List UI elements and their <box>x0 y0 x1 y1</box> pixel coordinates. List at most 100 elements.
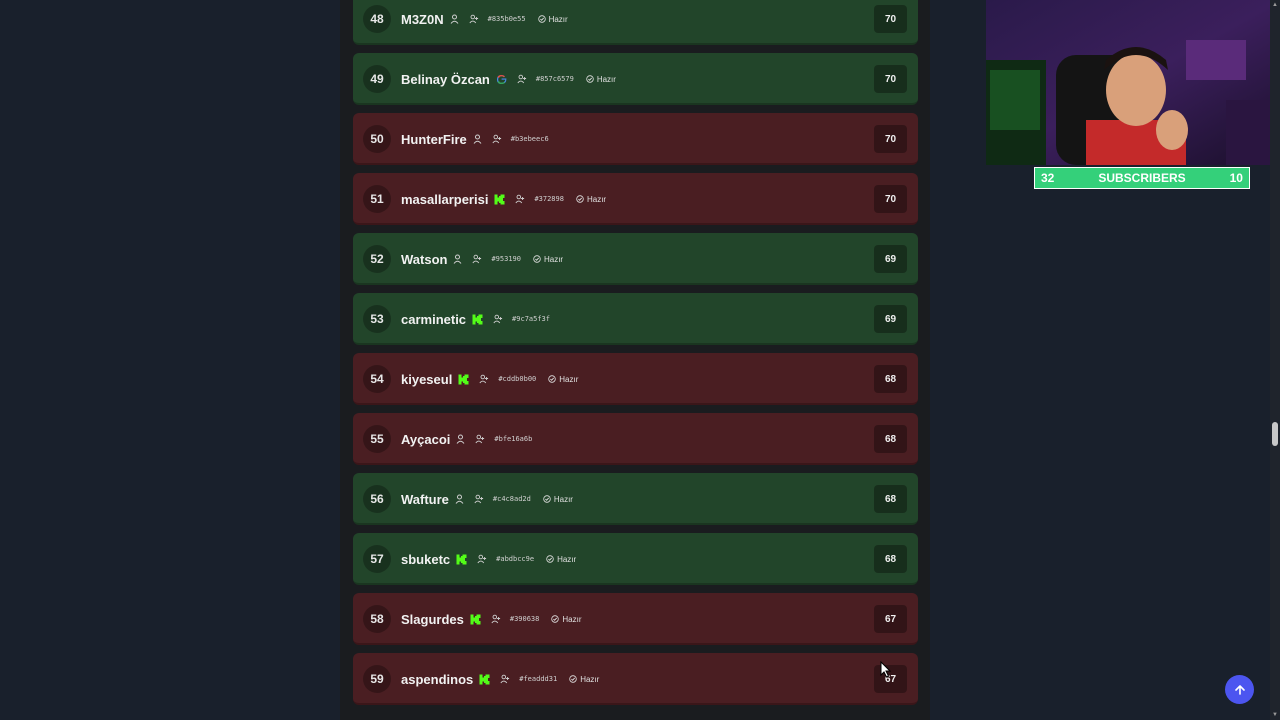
webcam-image <box>986 0 1280 165</box>
player-hash: #372898 <box>534 195 564 203</box>
player-hash: #feaddd31 <box>519 675 558 683</box>
score-badge: 69 <box>874 245 907 273</box>
scrollbar-thumb[interactable] <box>1272 422 1278 446</box>
score-badge: 68 <box>874 545 907 573</box>
add-friend-icon[interactable] <box>515 194 525 204</box>
add-friend-icon[interactable] <box>500 674 510 684</box>
person-icon <box>456 434 465 444</box>
leaderboard-row[interactable]: 57 sbuketc #abdbcc9e Hazır 68 <box>353 533 918 585</box>
add-friend-icon[interactable] <box>491 614 501 624</box>
player-name[interactable]: Belinay Özcan <box>401 72 490 87</box>
score-badge: 70 <box>874 5 907 33</box>
rank-number: 56 <box>363 485 391 513</box>
rank-number: 51 <box>363 185 391 213</box>
scroll-down-arrow-icon[interactable]: ▼ <box>1272 712 1278 718</box>
player-hash: #cddb0b00 <box>498 375 537 383</box>
person-icon <box>453 254 462 264</box>
player-name[interactable]: M3Z0N <box>401 12 444 27</box>
check-circle-icon <box>576 195 584 203</box>
leaderboard-row[interactable]: 58 Slagurdes #390638 Hazır 67 <box>353 593 918 645</box>
scroll-to-top-button[interactable] <box>1225 675 1254 704</box>
mouse-cursor-icon <box>880 661 892 678</box>
status-badge: Hazır <box>548 375 578 384</box>
rank-number: 48 <box>363 5 391 33</box>
add-friend-icon[interactable] <box>474 494 484 504</box>
player-hash: #953190 <box>491 255 521 263</box>
kick-icon <box>470 614 481 625</box>
score-badge: 70 <box>874 185 907 213</box>
leaderboard-row[interactable]: 54 kiyeseul #cddb0b00 Hazır 68 <box>353 353 918 405</box>
player-hash: #c4c8ad2d <box>492 495 531 503</box>
scroll-up-arrow-icon[interactable]: ▲ <box>1272 2 1278 8</box>
kick-icon <box>494 194 505 205</box>
scrollbar[interactable]: ▲ ▼ <box>1270 0 1280 720</box>
check-circle-icon <box>533 255 541 263</box>
player-name[interactable]: aspendinos <box>401 672 473 687</box>
score-badge: 68 <box>874 425 907 453</box>
add-friend-icon[interactable] <box>469 14 479 24</box>
player-name[interactable]: Ayçacoi <box>401 432 450 447</box>
player-name[interactable]: sbuketc <box>401 552 450 567</box>
add-friend-icon[interactable] <box>517 74 527 84</box>
arrow-up-icon <box>1234 684 1245 695</box>
player-hash: #857c6579 <box>535 75 574 83</box>
status-label: Hazır <box>543 254 564 264</box>
player-name[interactable]: masallarperisi <box>401 192 488 207</box>
player-name[interactable]: carminetic <box>401 312 466 327</box>
leaderboard-row[interactable]: 52 Watson #953190 Hazır 69 <box>353 233 918 285</box>
rank-number: 49 <box>363 65 391 93</box>
leaderboard-row[interactable]: 53 carminetic #9c7a5f3f 69 <box>353 293 918 345</box>
leaderboard-row[interactable]: 48 M3Z0N #835b0e55 Hazır 70 <box>353 0 918 45</box>
subscribers-bar: 32 SUBSCRIBERS 10 <box>1034 167 1250 189</box>
player-name[interactable]: Watson <box>401 252 447 267</box>
status-badge: Hazır <box>537 15 568 24</box>
kick-icon <box>456 554 467 565</box>
player-name[interactable]: kiyeseul <box>401 372 452 387</box>
player-hash: #abdbcc9e <box>496 555 535 563</box>
check-circle-icon <box>543 495 551 503</box>
check-circle-icon <box>537 15 546 23</box>
person-icon <box>473 134 482 144</box>
status-badge: Hazır <box>576 195 606 204</box>
score-badge: 70 <box>874 125 907 153</box>
add-friend-icon[interactable] <box>472 254 482 264</box>
rank-number: 59 <box>363 665 391 693</box>
rank-number: 53 <box>363 305 391 333</box>
rank-number: 57 <box>363 545 391 573</box>
add-friend-icon[interactable] <box>479 374 489 384</box>
status-badge: Hazır <box>586 75 616 84</box>
leaderboard-row[interactable]: 55 Ayçacoi #bfe16a6b 68 <box>353 413 918 465</box>
sub-count-left: 32 <box>1041 171 1055 185</box>
rank-number: 55 <box>363 425 391 453</box>
status-label: Hazır <box>586 194 607 204</box>
leaderboard-row[interactable]: 59 aspendinos #feaddd31 Hazır 67 <box>353 653 918 705</box>
leaderboard-row[interactable]: 50 HunterFire #b3ebeec6 70 <box>353 113 918 165</box>
add-friend-icon[interactable] <box>477 554 487 564</box>
player-hash: #bfe16a6b <box>494 435 533 443</box>
sub-count-right: 10 <box>1229 171 1243 185</box>
status-badge: Hazır <box>551 615 582 624</box>
check-circle-icon <box>548 375 556 383</box>
sub-label: SUBSCRIBERS <box>1098 171 1186 185</box>
leaderboard-row[interactable]: 56 Wafture #c4c8ad2d Hazır 68 <box>353 473 918 525</box>
player-hash: #9c7a5f3f <box>512 315 550 323</box>
google-icon <box>496 74 507 85</box>
player-name[interactable]: Wafture <box>401 492 449 507</box>
person-icon <box>455 494 464 504</box>
person-icon <box>450 14 459 24</box>
rank-number: 58 <box>363 605 391 633</box>
rank-number: 52 <box>363 245 391 273</box>
player-name[interactable]: HunterFire <box>401 132 467 147</box>
player-name[interactable]: Slagurdes <box>401 612 464 627</box>
leaderboard-row[interactable]: 51 masallarperisi #372898 Hazır 70 <box>353 173 918 225</box>
status-label: Hazır <box>580 674 600 684</box>
status-label: Hazır <box>596 74 616 84</box>
rank-number: 50 <box>363 125 391 153</box>
leaderboard-row[interactable]: 49 Belinay Özcan #857c6579 Hazır 70 <box>353 53 918 105</box>
add-friend-icon[interactable] <box>493 314 503 324</box>
kick-icon <box>472 314 483 325</box>
add-friend-icon[interactable] <box>492 134 502 144</box>
leaderboard-list: 48 M3Z0N #835b0e55 Hazır 70 49 Belinay Özcan #8… <box>353 0 918 713</box>
add-friend-icon[interactable] <box>475 434 485 444</box>
check-circle-icon <box>586 75 594 83</box>
